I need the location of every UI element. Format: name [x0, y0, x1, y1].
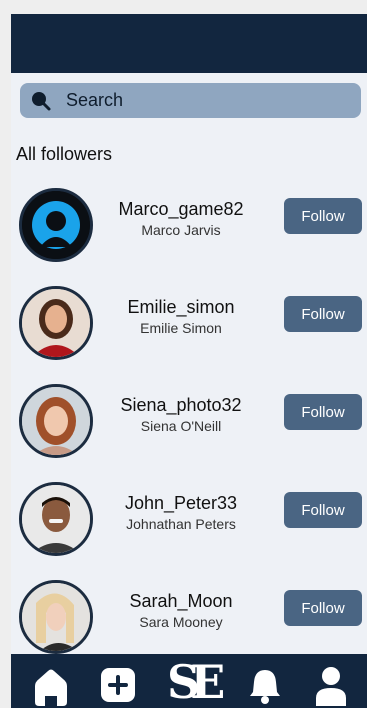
avatar[interactable]: [19, 384, 93, 458]
follower-row: Sarah_Moon Sara Mooney Follow: [11, 580, 367, 656]
search-input[interactable]: Search: [66, 90, 123, 111]
follower-row: Siena_photo32 Siena O'Neill Follow: [11, 384, 367, 460]
username[interactable]: John_Peter33: [103, 492, 259, 514]
follow-button[interactable]: Follow: [284, 394, 362, 430]
follower-names: John_Peter33 Johnathan Peters: [103, 492, 259, 534]
bottom-nav: SE: [11, 654, 367, 708]
follow-button[interactable]: Follow: [284, 198, 362, 234]
avatar[interactable]: [19, 188, 93, 262]
app-logo[interactable]: SE: [167, 656, 225, 708]
section-title: All followers: [16, 144, 113, 164]
follow-button[interactable]: Follow: [284, 590, 362, 626]
follower-names: Sarah_Moon Sara Mooney: [103, 590, 259, 632]
avatar[interactable]: [19, 286, 93, 360]
bell-icon[interactable]: [249, 668, 281, 704]
top-header: [11, 14, 367, 73]
follower-names: Siena_photo32 Siena O'Neill: [103, 394, 259, 436]
search-bar[interactable]: Search: [20, 83, 361, 118]
avatar[interactable]: [19, 580, 93, 654]
fullname: Emilie Simon: [140, 320, 222, 336]
follower-row: Emilie_simon Emilie Simon Follow: [11, 286, 367, 362]
profile-icon[interactable]: [314, 666, 348, 706]
username[interactable]: Siena_photo32: [103, 394, 259, 416]
avatar[interactable]: [19, 482, 93, 556]
search-icon: [32, 91, 51, 110]
fullname: Sara Mooney: [139, 614, 223, 630]
follower-names: Marco_game82 Marco Jarvis: [103, 198, 259, 240]
add-icon[interactable]: [101, 668, 135, 702]
fullname: Siena O'Neill: [140, 418, 222, 434]
home-icon[interactable]: [33, 668, 69, 706]
follow-button[interactable]: Follow: [284, 492, 362, 528]
fullname: Johnathan Peters: [126, 516, 236, 532]
username[interactable]: Sarah_Moon: [103, 590, 259, 612]
follower-row: Marco_game82 Marco Jarvis Follow: [11, 188, 367, 264]
follower-names: Emilie_simon Emilie Simon: [103, 296, 259, 338]
fullname: Marco Jarvis: [141, 222, 221, 238]
follower-row: John_Peter33 Johnathan Peters Follow: [11, 482, 367, 558]
username[interactable]: Marco_game82: [103, 198, 259, 220]
username[interactable]: Emilie_simon: [103, 296, 259, 318]
follow-button[interactable]: Follow: [284, 296, 362, 332]
app-screen: Search All followers Marco_game82 Marco …: [11, 14, 367, 708]
